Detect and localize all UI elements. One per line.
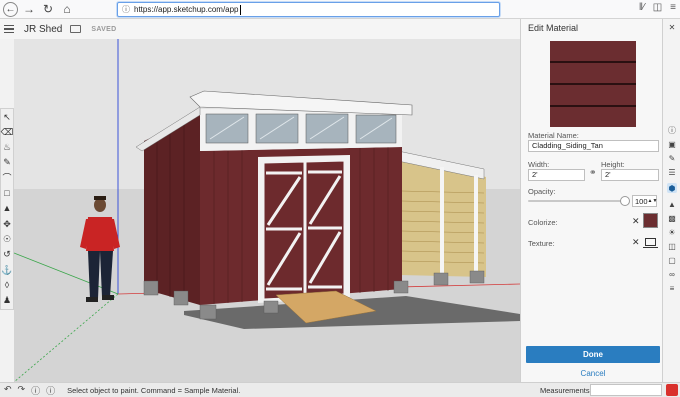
- page-info-icon[interactable]: ⓘ: [122, 4, 130, 15]
- info-icon[interactable]: ⓘ: [46, 384, 55, 397]
- left-toolbar: ↖ ⌫ ♨ ✎ ⌒ □ ▲ ✥ ☉ ↺ ⚓ ◊ ♟: [0, 108, 14, 310]
- eraser-tool-icon[interactable]: ⌫: [1, 127, 14, 137]
- status-bar: ↶ ↷ ⓘ ⓘ Select object to paint. Command …: [0, 382, 680, 397]
- position-camera-tool-icon[interactable]: ♟: [2, 296, 12, 306]
- forward-icon[interactable]: →: [21, 1, 37, 17]
- home-icon[interactable]: ⌂: [59, 1, 75, 17]
- done-button[interactable]: Done: [526, 346, 660, 363]
- opacity-slider-handle[interactable]: [620, 196, 630, 206]
- walk-tool-icon[interactable]: ⚓: [1, 265, 12, 275]
- browser-actions: ‖⁄ ◫ ≡: [639, 2, 676, 13]
- width-label: Width:: [528, 160, 550, 169]
- opacity-value: 100: [635, 196, 648, 206]
- pencil-tool-icon[interactable]: ✎: [2, 158, 12, 168]
- url-text: https://app.sketchup.com/app: [134, 5, 239, 14]
- select-tool-icon[interactable]: ↖: [2, 112, 12, 122]
- clear-colorize-icon[interactable]: ✕: [632, 216, 640, 227]
- close-icon[interactable]: ✕: [667, 22, 677, 32]
- opacity-label: Opacity:: [528, 187, 556, 196]
- hamburger-menu-icon[interactable]: [0, 24, 22, 34]
- push-pull-tool-icon[interactable]: ▲: [2, 204, 12, 214]
- instructor-icon[interactable]: ✎: [667, 153, 677, 163]
- colorize-label: Colorize:: [528, 218, 558, 227]
- material-name-label: Material Name:: [528, 131, 579, 140]
- section-plane-tool-icon[interactable]: ◊: [2, 281, 12, 291]
- reload-icon[interactable]: ↻: [40, 1, 56, 17]
- stepper-icon[interactable]: ▲▼: [648, 198, 658, 204]
- redo-icon[interactable]: ↷: [18, 384, 26, 397]
- display-icon[interactable]: ◫: [667, 241, 677, 251]
- app-header: JR Shed SAVED: [0, 19, 520, 39]
- material-preview-swatch: [550, 41, 636, 127]
- back-icon[interactable]: ←: [3, 1, 18, 17]
- texture-label: Texture:: [528, 239, 555, 248]
- folder-icon[interactable]: [70, 25, 82, 33]
- model-viewport[interactable]: [14, 39, 520, 382]
- laptop-icon[interactable]: [643, 238, 658, 248]
- sketchup-app-window: ← → ↻ ⌂ ⓘ https://app.sketchup.com/app ‖…: [0, 0, 680, 397]
- browser-toolbar: ← → ↻ ⌂ ⓘ https://app.sketchup.com/app ‖…: [0, 0, 680, 19]
- menu-icon[interactable]: ≡: [670, 2, 676, 13]
- material-name-field[interactable]: Cladding_Siding_Tan: [528, 140, 659, 152]
- woodstore-post: [474, 175, 478, 277]
- paint-bucket-tool-icon[interactable]: ♨: [2, 143, 12, 153]
- move-tool-icon[interactable]: ✥: [2, 219, 12, 229]
- cancel-button[interactable]: Cancel: [526, 367, 660, 379]
- link-icon[interactable]: ⚭: [589, 167, 597, 178]
- materials-icon[interactable]: ⬢: [667, 183, 677, 193]
- address-bar[interactable]: ⓘ https://app.sketchup.com/app: [117, 2, 500, 17]
- opacity-slider-track[interactable]: [528, 200, 626, 202]
- scenes-icon[interactable]: ▩: [667, 213, 677, 223]
- tape-measure-tool-icon[interactable]: ☉: [2, 235, 12, 245]
- sketchup-logo-icon: [666, 384, 678, 396]
- text-cursor: [239, 4, 241, 15]
- orbit-tool-icon[interactable]: ↺: [2, 250, 12, 260]
- layers-icon[interactable]: ☰: [667, 167, 677, 177]
- outliner-icon[interactable]: ≡: [667, 283, 677, 293]
- sidebar-icon[interactable]: ◫: [653, 2, 662, 13]
- rectangle-tool-icon[interactable]: □: [2, 189, 12, 199]
- components-icon[interactable]: ▣: [667, 139, 677, 149]
- measurements-label: Measurements: [540, 386, 590, 395]
- glasses-icon[interactable]: ∞: [667, 269, 677, 279]
- status-message: Select object to paint. Command = Sample…: [67, 385, 241, 395]
- help-icon[interactable]: ⓘ: [31, 384, 40, 397]
- styles-icon[interactable]: ▲: [667, 199, 677, 209]
- status-icons: ↶ ↷ ⓘ ⓘ: [0, 384, 55, 397]
- view-icon[interactable]: ▢: [667, 255, 677, 265]
- clear-texture-icon[interactable]: ✕: [632, 237, 640, 248]
- panel-title: Edit Material: [528, 23, 579, 33]
- project-title[interactable]: JR Shed: [24, 24, 62, 35]
- opacity-field[interactable]: 100 ▲▼: [632, 195, 657, 207]
- colorize-swatch[interactable]: [643, 213, 658, 228]
- woodstore-post: [440, 167, 444, 277]
- undo-icon[interactable]: ↶: [4, 384, 12, 397]
- right-panel-icons: ✕ ⓘ ▣ ✎ ☰ ⬢ ▲ ▩ ☀ ◫ ▢ ∞ ≡: [662, 19, 680, 382]
- entity-info-icon[interactable]: ⓘ: [667, 125, 677, 135]
- width-field[interactable]: 2': [528, 169, 585, 181]
- arc-tool-icon[interactable]: ⌒: [2, 173, 12, 183]
- saved-status: SAVED: [91, 25, 117, 33]
- library-icon[interactable]: ‖⁄: [639, 2, 645, 13]
- scene-canvas: [14, 39, 520, 382]
- siding-texture: [550, 41, 636, 127]
- measurements-field[interactable]: [590, 384, 662, 396]
- height-label: Height:: [601, 160, 625, 169]
- shadows-icon[interactable]: ☀: [667, 227, 677, 237]
- height-field[interactable]: 2': [601, 169, 659, 181]
- edit-material-panel: Edit Material Material Name: Cladding_Si…: [520, 19, 662, 382]
